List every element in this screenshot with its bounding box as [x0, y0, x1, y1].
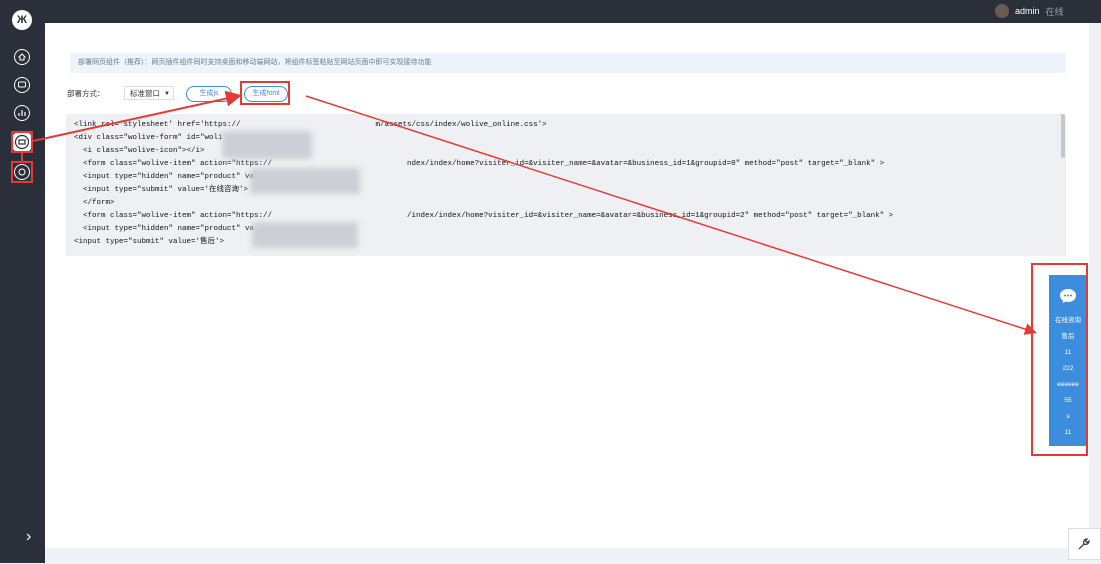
wrench-icon	[1078, 538, 1090, 550]
annotation-arrows	[21, 90, 1037, 335]
annotation-arrow	[305, 95, 1037, 335]
tools-button[interactable]	[1068, 528, 1101, 560]
annotation-arrow	[32, 90, 242, 142]
